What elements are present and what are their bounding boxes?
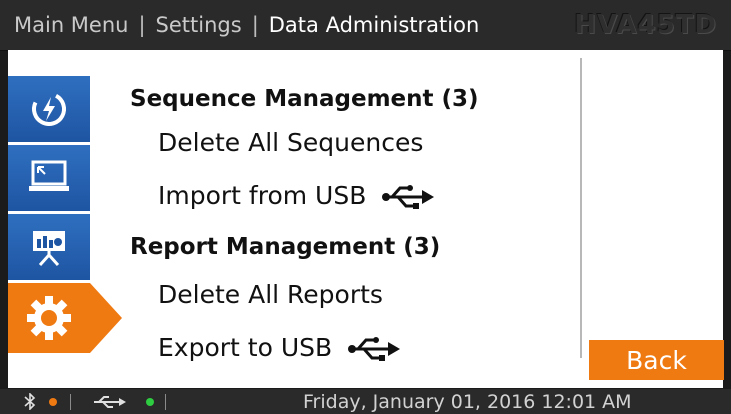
report-presentation-icon	[33, 231, 65, 267]
back-button[interactable]: Back	[589, 340, 724, 380]
breadcrumb: Main Menu | Settings | Data Administrati…	[14, 0, 479, 50]
usb-icon	[348, 337, 401, 361]
delete-all-reports-label: Delete All Reports	[158, 280, 383, 309]
monitor-icon	[29, 160, 69, 191]
bluetooth-status-dot	[49, 398, 57, 406]
datetime-display: Friday, January 01, 2016 12:01 AM	[303, 391, 632, 413]
breadcrumb-separator: |	[138, 13, 146, 37]
sidebar-item-settings[interactable]	[8, 283, 122, 353]
sidebar-item-power[interactable]	[8, 76, 90, 142]
header-bar: Main Menu | Settings | Data Administrati…	[0, 0, 731, 51]
app-window: Main Menu | Settings | Data Administrati…	[0, 0, 731, 414]
status-divider	[70, 394, 71, 410]
breadcrumb-settings[interactable]: Settings	[156, 13, 242, 37]
delete-all-sequences-label: Delete All Sequences	[158, 128, 424, 157]
usb-icon	[382, 185, 435, 209]
gear-icon	[27, 296, 71, 340]
breadcrumb-data-administration: Data Administration	[268, 13, 480, 37]
status-bar: Friday, January 01, 2016 12:01 AM	[0, 389, 731, 414]
status-divider	[165, 394, 166, 410]
import-from-usb-button[interactable]: Import from USB	[158, 181, 440, 210]
breadcrumb-separator: |	[251, 13, 259, 37]
breadcrumb-main-menu[interactable]: Main Menu	[14, 13, 128, 37]
panel-divider	[580, 58, 582, 358]
import-from-usb-label: Import from USB	[158, 181, 367, 210]
usb-status-dot	[146, 398, 154, 406]
usb-icon	[94, 396, 126, 408]
power-icon	[32, 92, 66, 126]
sidebar	[8, 76, 122, 356]
report-management-heading: Report Management (3)	[130, 234, 441, 260]
export-to-usb-button[interactable]: Export to USB	[158, 333, 406, 362]
model-logo: HVA45TD	[574, 10, 717, 40]
sequence-management-heading: Sequence Management (3)	[130, 86, 479, 112]
export-to-usb-label: Export to USB	[158, 333, 333, 362]
sidebar-item-display[interactable]	[8, 145, 90, 211]
sidebar-item-reports[interactable]	[8, 214, 90, 280]
delete-all-reports-button[interactable]: Delete All Reports	[158, 280, 383, 309]
delete-all-sequences-button[interactable]: Delete All Sequences	[158, 128, 423, 157]
bluetooth-icon	[24, 393, 36, 410]
